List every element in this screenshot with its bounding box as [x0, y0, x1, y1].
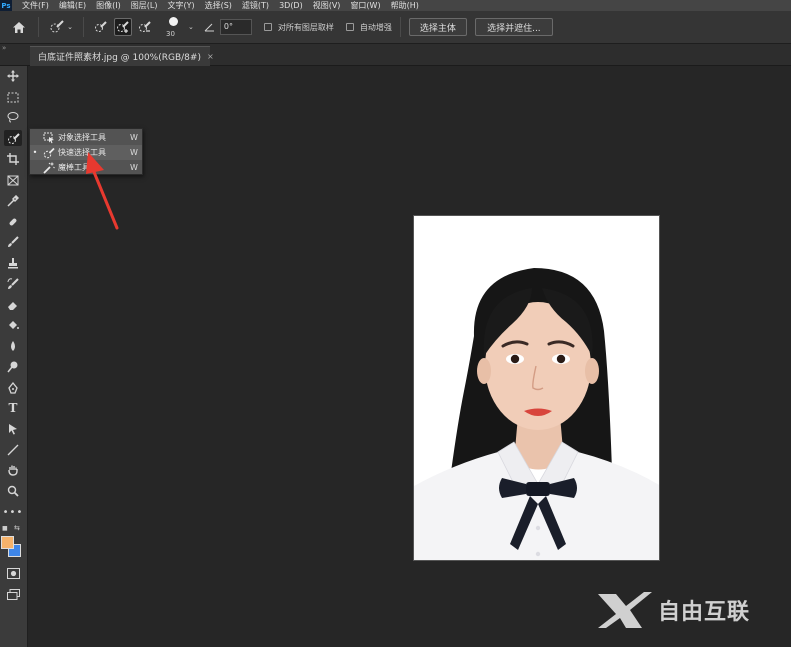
menu-file[interactable]: 文件(F) [22, 0, 49, 11]
options-bar: ⌄ 30 ⌄ 0° 对所有图层取样 自动增强 选择主体 选择并遮住... [0, 11, 791, 44]
menu-layer[interactable]: 图层(L) [131, 0, 158, 11]
select-and-mask-button[interactable]: 选择并遮住... [474, 18, 553, 36]
menu-view[interactable]: 视图(V) [313, 0, 341, 11]
lasso-tool-icon[interactable] [4, 109, 22, 125]
flyout-item-label: 对象选择工具 [58, 133, 106, 142]
new-selection-brush-button[interactable] [92, 18, 110, 36]
paint-bucket-tool-icon[interactable] [4, 317, 22, 333]
chevron-down-icon: ⌄ [67, 23, 73, 31]
watermark-text: 自由互联 [658, 600, 751, 625]
eraser-tool-icon[interactable] [4, 297, 22, 313]
menu-edit[interactable]: 编辑(E) [59, 0, 86, 11]
dodge-tool-icon[interactable] [4, 359, 22, 375]
tool-preset-picker[interactable]: ⌄ [47, 20, 75, 34]
more-tools-icon[interactable]: ••• [3, 504, 23, 520]
eyedropper-tool-icon[interactable] [4, 193, 22, 209]
type-tool-icon[interactable]: T [4, 400, 22, 416]
quick-selection-tool-icon[interactable] [4, 130, 22, 146]
auto-enhance-label: 自动增强 [359, 22, 392, 32]
flyout-bullet: • [32, 148, 38, 157]
subtract-from-selection-brush-button[interactable] [136, 18, 154, 36]
object-select-icon [40, 132, 58, 144]
menu-bar: Ps 文件(F) 编辑(E) 图像(I) 图层(L) 文字(Y) 选择(S) 滤… [0, 0, 791, 11]
screen-mode-icon[interactable] [4, 586, 22, 602]
flyout-item-object-selection[interactable]: 对象选择工具 W [30, 130, 142, 145]
marquee-tool-icon[interactable] [4, 89, 22, 105]
document-tab[interactable]: 白底证件照素材.jpg @ 100%(RGB/8#) × [30, 46, 214, 66]
foreground-color-swatch[interactable] [1, 536, 14, 549]
sample-all-layers-label: 对所有图层取样 [277, 22, 334, 32]
menu-type[interactable]: 文字(Y) [167, 0, 194, 11]
divider [399, 17, 401, 37]
home-icon[interactable] [8, 21, 30, 34]
menu-image[interactable]: 图像(I) [96, 0, 121, 11]
quick-mask-icon[interactable] [4, 565, 22, 581]
angle-input[interactable]: 0° [219, 19, 252, 35]
document-canvas[interactable] [413, 215, 660, 561]
line-tool-icon[interactable] [4, 442, 22, 458]
history-brush-tool-icon[interactable] [4, 276, 22, 292]
brush-size-value: 30 [166, 30, 175, 38]
checkbox-box [345, 23, 354, 31]
menu-filter[interactable]: 滤镜(T) [242, 0, 269, 11]
red-arrow-annotation [86, 152, 119, 230]
move-tool-icon[interactable] [4, 68, 22, 84]
photoshop-logo: Ps [0, 0, 12, 11]
default-colors-icon[interactable]: ■ [2, 525, 8, 532]
healing-brush-tool-icon[interactable] [4, 214, 22, 230]
flyout-item-shortcut: W [130, 133, 138, 142]
close-icon[interactable]: × [207, 52, 214, 61]
brush-tool-icon[interactable] [4, 234, 22, 250]
menu-3d[interactable]: 3D(D) [279, 0, 303, 11]
id-photo [414, 216, 659, 560]
chevron-down-icon[interactable]: ⌄ [188, 23, 194, 31]
flyout-item-shortcut: W [130, 163, 138, 172]
magic-wand-icon [40, 162, 58, 174]
pen-tool-icon[interactable] [4, 380, 22, 396]
document-tab-title: 白底证件照素材.jpg @ 100%(RGB/8#) [38, 53, 201, 63]
crop-tool-icon[interactable] [4, 151, 22, 167]
clone-stamp-tool-icon[interactable] [4, 255, 22, 271]
watermark: 自由互联 [596, 590, 750, 630]
tools-panel: T ••• ■ ⇆ [0, 66, 28, 647]
document-tab-bar: » 白底证件照素材.jpg @ 100%(RGB/8#) × [0, 44, 791, 66]
brush-dot-icon [169, 17, 178, 26]
blur-tool-icon[interactable] [4, 338, 22, 354]
angle-icon [204, 22, 216, 32]
menu-select[interactable]: 选择(S) [205, 0, 232, 11]
swap-colors-icon[interactable]: ⇆ [14, 524, 20, 532]
sample-all-layers-checkbox[interactable]: 对所有图层取样 [263, 22, 334, 33]
watermark-logo-icon [598, 592, 652, 628]
path-selection-tool-icon[interactable] [4, 421, 22, 437]
collapse-panel-icon[interactable]: » [2, 44, 6, 52]
brush-size-picker[interactable]: 30 [164, 14, 188, 40]
quick-select-icon [40, 147, 58, 159]
flyout-item-shortcut: W [130, 148, 138, 157]
zoom-tool-icon[interactable] [4, 483, 22, 499]
checkbox-box [263, 23, 272, 31]
divider [38, 17, 39, 37]
menu-window[interactable]: 窗口(W) [350, 0, 380, 11]
select-subject-button[interactable]: 选择主体 [408, 18, 467, 36]
hand-tool-icon[interactable] [4, 462, 22, 478]
menu-help[interactable]: 帮助(H) [391, 0, 419, 11]
add-to-selection-brush-button[interactable] [114, 18, 132, 36]
auto-enhance-checkbox[interactable]: 自动增强 [345, 22, 392, 33]
divider [83, 17, 84, 37]
frame-tool-icon[interactable] [4, 172, 22, 188]
